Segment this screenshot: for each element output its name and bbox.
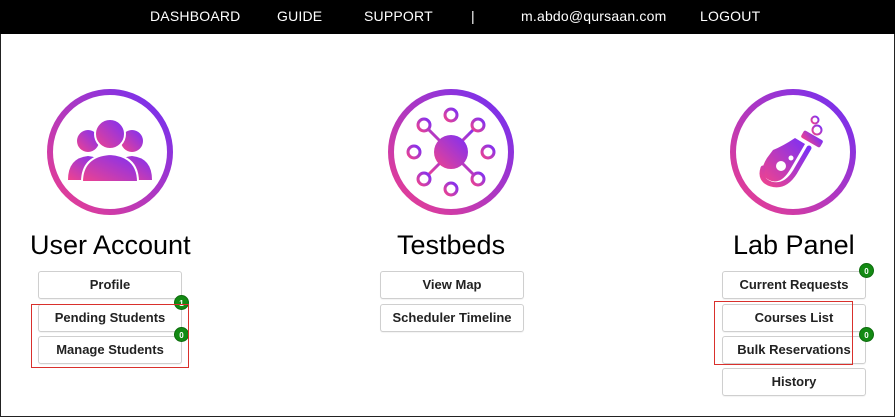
highlight-box-lab-panel	[714, 301, 853, 365]
nav-separator: |	[471, 8, 475, 24]
highlight-box-user-account	[31, 304, 189, 368]
view-map-button[interactable]: View Map	[380, 271, 524, 299]
network-hub-icon	[387, 88, 515, 216]
nav-support-link[interactable]: SUPPORT	[364, 0, 433, 34]
nav-guide-link[interactable]: GUIDE	[277, 0, 322, 34]
scheduler-timeline-button[interactable]: Scheduler Timeline	[380, 304, 524, 332]
bulk-reservations-badge: 0	[859, 327, 874, 342]
profile-button[interactable]: Profile	[38, 271, 182, 299]
testbeds-title: Testbeds	[397, 230, 506, 260]
current-requests-badge: 0	[859, 263, 874, 278]
nav-user-email[interactable]: m.abdo@qursaan.com	[521, 0, 666, 34]
nav-dashboard-link[interactable]: DASHBOARD	[150, 0, 240, 34]
current-requests-button[interactable]: Current Requests	[722, 271, 866, 299]
nav-logout-link[interactable]: LOGOUT	[700, 0, 760, 34]
history-button[interactable]: History	[722, 368, 866, 396]
users-icon	[46, 88, 174, 216]
top-navbar: DASHBOARD GUIDE SUPPORT | m.abdo@qursaan…	[0, 0, 895, 34]
user-account-title: User Account	[30, 230, 191, 260]
flask-icon	[729, 88, 857, 216]
lab-panel-title: Lab Panel	[733, 230, 855, 260]
